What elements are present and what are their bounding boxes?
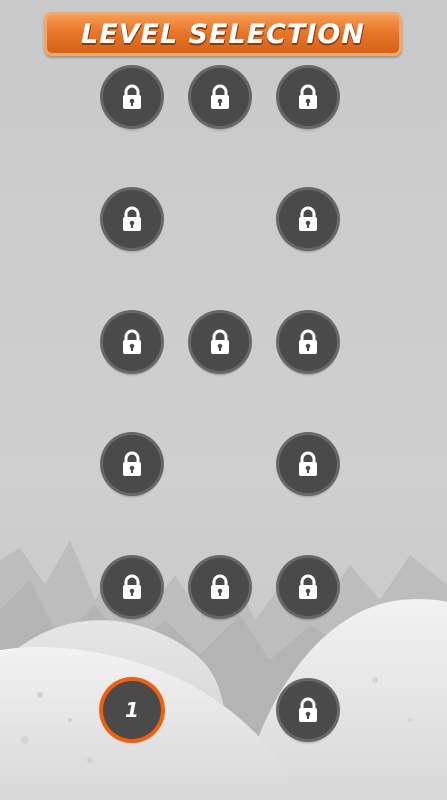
level-button-locked[interactable] <box>103 190 161 248</box>
lock-icon <box>120 574 144 600</box>
lock-icon <box>120 206 144 232</box>
level-button-locked[interactable] <box>103 558 161 616</box>
level-button-locked[interactable] <box>103 313 161 371</box>
level-button-locked[interactable] <box>279 190 337 248</box>
lock-icon <box>120 451 144 477</box>
lock-icon <box>296 697 320 723</box>
level-button-locked[interactable] <box>103 68 161 126</box>
page-title: LEVEL SELECTION <box>81 18 365 50</box>
level-button-locked[interactable] <box>103 435 161 493</box>
lock-icon <box>296 451 320 477</box>
level-button-locked[interactable] <box>191 313 249 371</box>
lock-icon <box>296 84 320 110</box>
level-button-locked[interactable] <box>279 681 337 739</box>
lock-icon <box>208 84 232 110</box>
level-button-locked[interactable] <box>191 558 249 616</box>
level-button-unlocked[interactable]: 1 <box>103 681 161 739</box>
lock-icon <box>120 84 144 110</box>
level-selection-banner: LEVEL SELECTION <box>44 12 402 56</box>
lock-icon <box>120 329 144 355</box>
lock-icon <box>208 574 232 600</box>
level-button-locked[interactable] <box>279 435 337 493</box>
lock-icon <box>296 206 320 232</box>
level-button-locked[interactable] <box>279 313 337 371</box>
level-button-locked[interactable] <box>191 68 249 126</box>
lock-icon <box>296 574 320 600</box>
level-button-locked[interactable] <box>279 558 337 616</box>
level-number: 1 <box>125 698 139 722</box>
lock-icon <box>208 329 232 355</box>
level-button-locked[interactable] <box>279 68 337 126</box>
lock-icon <box>296 329 320 355</box>
